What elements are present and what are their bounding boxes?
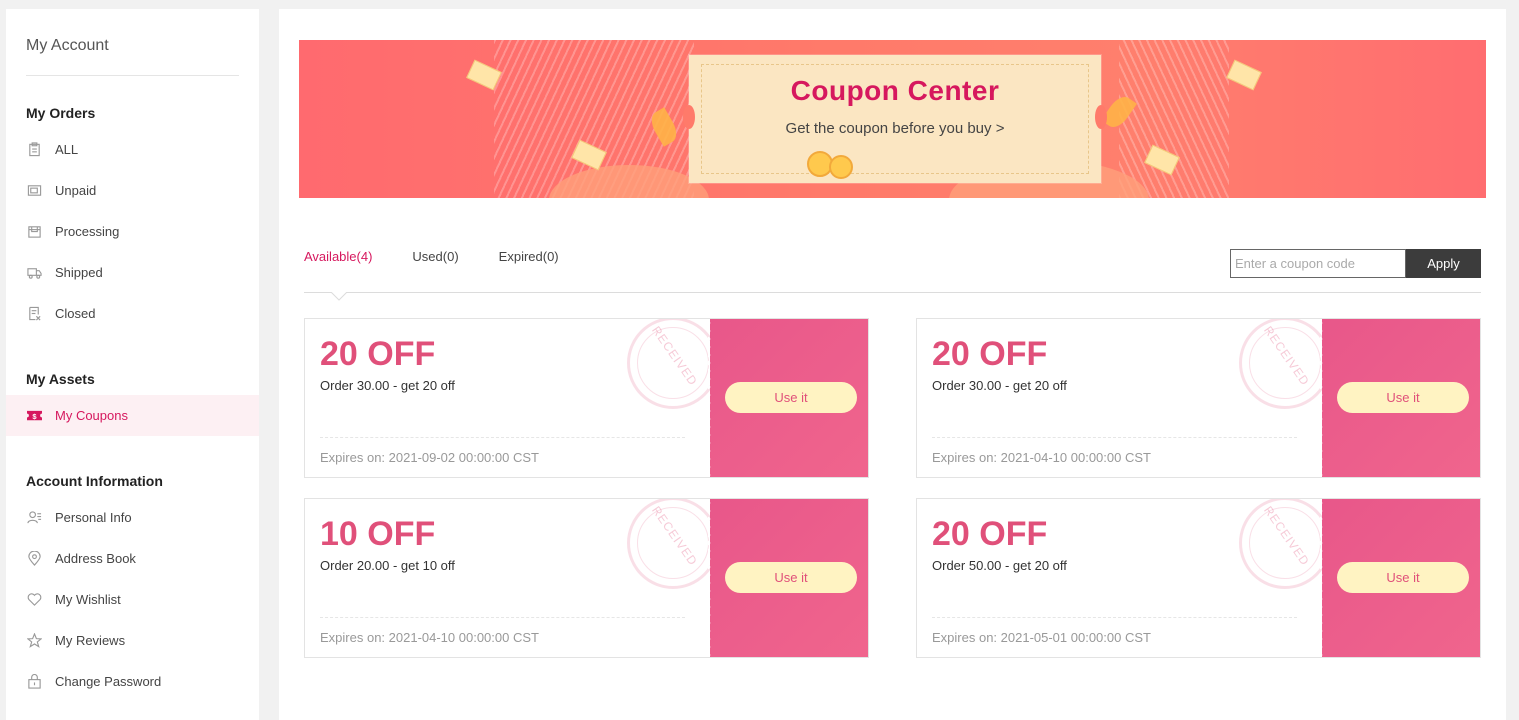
coupon-amount: 20 OFF	[932, 515, 1048, 553]
sidebar-item-unpaid[interactable]: Unpaid	[6, 170, 259, 211]
sidebar-item-processing[interactable]: Processing	[6, 211, 259, 252]
truck-icon	[26, 265, 42, 281]
decorative-stripes	[1119, 40, 1229, 198]
coupon-action-panel: Use it	[708, 499, 868, 657]
tab-available[interactable]: Available(4)	[304, 249, 372, 269]
coupon-description: Order 50.00 - get 20 off	[932, 558, 1067, 573]
sidebar-item-label: Closed	[55, 306, 96, 321]
coin-icon	[829, 155, 853, 179]
sidebar-item-closed[interactable]: Closed	[6, 293, 259, 334]
coupon-action-panel: Use it	[1320, 499, 1480, 657]
coupon-action-panel: Use it	[708, 319, 868, 477]
location-pin-icon	[26, 551, 42, 567]
coupon-expiry: Expires on: 2021-04-10 00:00:00 CST	[932, 450, 1151, 465]
coupon-expiry: Expires on: 2021-04-10 00:00:00 CST	[320, 630, 539, 645]
heart-icon	[26, 592, 42, 608]
sidebar-item-shipped[interactable]: Shipped	[6, 252, 259, 293]
coupon-description: Order 30.00 - get 20 off	[320, 378, 455, 393]
lock-icon	[26, 674, 42, 690]
coupon-amount: 10 OFF	[320, 515, 436, 553]
use-coupon-button[interactable]: Use it	[725, 562, 857, 593]
coupon-expiry: Expires on: 2021-09-02 00:00:00 CST	[320, 450, 539, 465]
sidebar-item-label: Shipped	[55, 265, 103, 280]
tab-used[interactable]: Used(0)	[412, 249, 458, 269]
sidebar-item-label: Unpaid	[55, 183, 97, 198]
wallet-icon	[26, 183, 42, 199]
coupon-card: 20 OFF Order 30.00 - get 20 off Expires …	[916, 318, 1481, 478]
main-content: Coupon Center Get the coupon before you …	[279, 9, 1506, 720]
receipt-icon	[26, 306, 42, 322]
user-icon	[26, 510, 42, 526]
account-information-heading: Account Information	[26, 473, 163, 489]
coupon-amount: 20 OFF	[932, 335, 1048, 373]
divider	[26, 75, 239, 76]
sidebar-item-label: My Coupons	[55, 408, 128, 423]
clipboard-icon	[26, 142, 42, 158]
sidebar-item-all[interactable]: ALL	[6, 129, 259, 170]
banner-title: Coupon Center	[790, 75, 1000, 106]
coupon-icon: $	[26, 408, 42, 424]
divider	[932, 437, 1297, 438]
coupon-card: 20 OFF Order 50.00 - get 20 off Expires …	[916, 498, 1481, 658]
sidebar-item-label: Processing	[55, 224, 120, 239]
sidebar-item-label: Address Book	[55, 551, 136, 566]
sidebar-item-address-book[interactable]: Address Book	[6, 538, 259, 579]
divider	[320, 617, 685, 618]
tab-expired[interactable]: Expired(0)	[499, 249, 559, 269]
account-title: My Account	[26, 37, 109, 54]
use-coupon-button[interactable]: Use it	[1337, 382, 1469, 413]
banner-subtitle-link[interactable]: Get the coupon before you buy >	[689, 120, 1101, 137]
my-assets-heading: My Assets	[26, 371, 95, 387]
sidebar-item-personal-info[interactable]: Personal Info	[6, 497, 259, 538]
sidebar-item-label: Change Password	[55, 674, 162, 689]
sidebar-item-my-reviews[interactable]: My Reviews	[6, 620, 259, 661]
use-coupon-button[interactable]: Use it	[725, 382, 857, 413]
coupon-card: 20 OFF Order 30.00 - get 20 off Expires …	[304, 318, 869, 478]
coupon-description: Order 30.00 - get 20 off	[932, 378, 1067, 393]
coupon-ticket-graphic: Coupon Center Get the coupon before you …	[683, 55, 1107, 183]
coupon-center-banner[interactable]: Coupon Center Get the coupon before you …	[299, 40, 1486, 198]
my-orders-heading: My Orders	[26, 105, 96, 121]
divider	[932, 617, 1297, 618]
coupon-card: 10 OFF Order 20.00 - get 10 off Expires …	[304, 498, 869, 658]
sidebar-item-label: Personal Info	[55, 510, 132, 525]
coupon-tabs: Available(4) Used(0) Expired(0)	[304, 249, 599, 269]
package-icon	[26, 224, 42, 240]
star-icon	[26, 633, 42, 649]
tabs-divider	[304, 292, 1481, 293]
sidebar-item-my-coupons[interactable]: $ My Coupons	[6, 395, 259, 436]
apply-button[interactable]: Apply	[1406, 249, 1481, 278]
coupon-expiry: Expires on: 2021-05-01 00:00:00 CST	[932, 630, 1151, 645]
use-coupon-button[interactable]: Use it	[1337, 562, 1469, 593]
coupon-amount: 20 OFF	[320, 335, 436, 373]
sidebar-item-my-wishlist[interactable]: My Wishlist	[6, 579, 259, 620]
active-tab-caret	[331, 292, 347, 301]
divider	[320, 437, 685, 438]
sidebar-item-change-password[interactable]: Change Password	[6, 661, 259, 702]
coupon-description: Order 20.00 - get 10 off	[320, 558, 455, 573]
coupon-action-panel: Use it	[1320, 319, 1480, 477]
sidebar: My Account My Orders ALL Unpaid Processi…	[6, 9, 259, 720]
sidebar-item-label: ALL	[55, 142, 79, 157]
sidebar-item-label: My Wishlist	[55, 592, 121, 607]
sidebar-item-label: My Reviews	[55, 633, 126, 648]
coupon-code-input[interactable]	[1230, 249, 1406, 278]
money-bill-icon	[1226, 59, 1262, 91]
